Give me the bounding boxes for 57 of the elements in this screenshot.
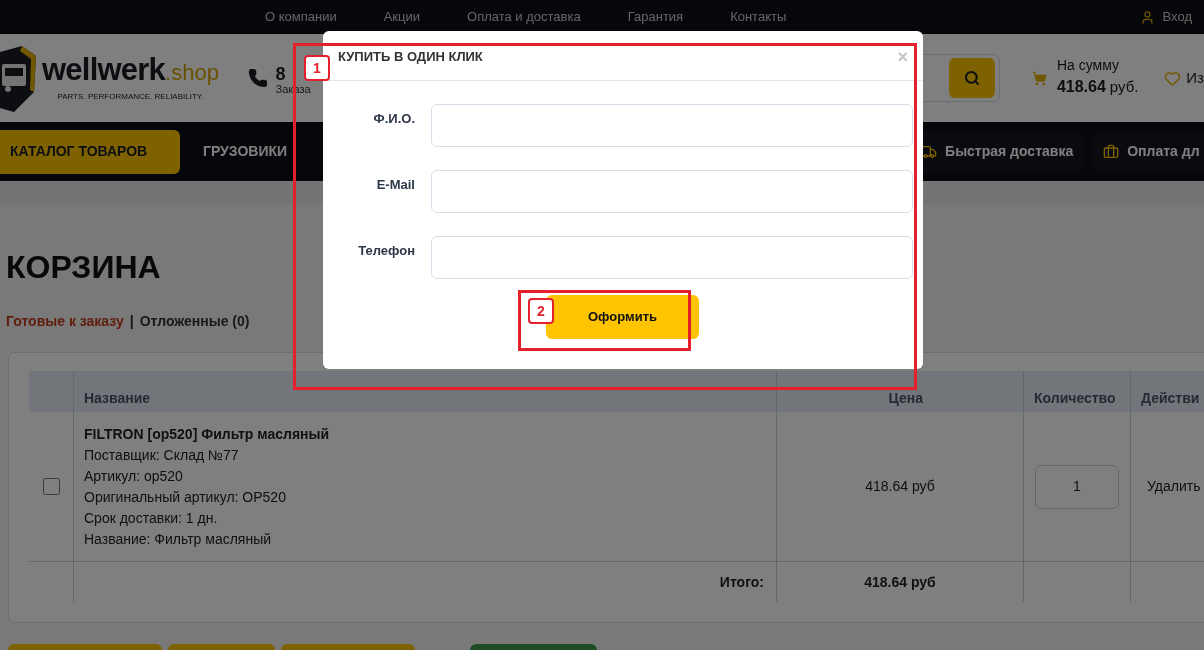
page-title: КОРЗИНА <box>6 251 161 283</box>
field-label: Ф.И.О. <box>372 110 415 128</box>
product-detail: Артикул: op520 <box>84 467 184 486</box>
column-header: Название <box>74 371 777 412</box>
top-nav-link[interactable]: Оплата и доставка <box>467 7 581 27</box>
column-header: Цена <box>777 371 1024 412</box>
cart-icon <box>1031 70 1047 86</box>
product-title: FILTRON [op520] Фильтр масляный <box>84 425 331 444</box>
top-nav-link[interactable]: Гарантия <box>627 7 684 27</box>
cart-tab[interactable]: Готовые к заказу <box>6 311 124 332</box>
cart-label: На сумму <box>1056 57 1120 75</box>
submit-button[interactable]: Оформить <box>546 295 699 339</box>
product-detail: Поставщик: Склад №77 <box>84 446 240 465</box>
field-label: Телефон <box>357 242 415 260</box>
logo-suffix: .shop <box>165 61 219 84</box>
quantity-field[interactable]: 1 <box>1035 464 1119 509</box>
modal-title: КУПИТЬ В ОДИН КЛИК <box>338 47 483 66</box>
row-checkbox[interactable] <box>42 478 60 495</box>
search-icon <box>963 70 980 86</box>
price-cell-text: 418.64 руб <box>865 477 935 496</box>
cart-tab[interactable]: Отложенные (0) <box>139 311 250 332</box>
delete-link[interactable]: Удалить <box>1147 476 1201 497</box>
user-icon <box>1139 9 1155 25</box>
form-input[interactable] <box>431 236 913 279</box>
briefcase-icon <box>1103 143 1120 160</box>
logo-text: wellwerk <box>42 53 166 85</box>
column-header: Действи <box>1131 371 1204 412</box>
phone-number: 8 <box>275 65 287 84</box>
cart-amount: 418.64 <box>1056 76 1106 97</box>
feature-label: Быстрая доставка <box>945 142 1074 161</box>
feature-badge[interactable]: Оплата дл <box>1093 130 1204 173</box>
phone-icon <box>247 68 268 88</box>
top-nav-link[interactable]: О компании <box>265 7 337 27</box>
favorites-link[interactable]: Из <box>1186 66 1204 90</box>
login-link[interactable]: Вход <box>1162 7 1192 27</box>
catalog-button[interactable]: КАТАЛОГ ТОВАРОВ <box>0 129 180 174</box>
annotation-label: 1 <box>304 55 330 81</box>
product-detail: Оригинальный артикул: OP520 <box>84 488 287 507</box>
product-detail: Название: Фильтр масляный <box>84 530 273 549</box>
truck-icon <box>921 143 938 160</box>
product-detail: Срок доставки: 1 дн. <box>84 509 219 528</box>
feature-label: Оплата дл <box>1127 142 1200 161</box>
top-nav-link[interactable]: Контакты <box>730 7 787 27</box>
form-input[interactable] <box>431 104 913 147</box>
nav-link[interactable]: ГРУЗОВИКИ <box>203 141 288 162</box>
search-button[interactable] <box>948 58 995 98</box>
annotation-label: 2 <box>528 298 554 324</box>
top-nav-link[interactable]: Акции <box>383 7 421 27</box>
column-header: Количество <box>1024 371 1131 412</box>
cart-currency: руб. <box>1109 76 1139 97</box>
field-label: E-Mail <box>375 176 415 194</box>
heart-icon <box>1164 69 1182 87</box>
logo-tagline: PARTS. PERFORMANCE. RELIABILITY. <box>57 90 204 103</box>
total-label: Итого: <box>719 572 764 592</box>
form-input[interactable] <box>431 170 913 213</box>
total-value: 418.64 руб <box>864 572 936 592</box>
tab-separator: | <box>129 312 134 331</box>
